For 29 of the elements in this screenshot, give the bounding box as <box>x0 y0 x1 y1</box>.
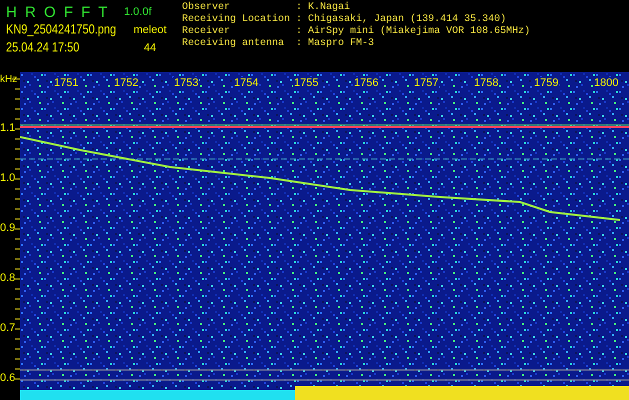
time-label: 1753 <box>173 77 200 89</box>
time-label: 1759 <box>533 77 560 89</box>
count-label: 44 <box>142 42 158 54</box>
app-title: H R O F F T <box>6 4 110 20</box>
version-label: 1.0.0f <box>124 6 153 18</box>
time-label: 1800 <box>593 77 620 89</box>
time-label: 1757 <box>413 77 440 89</box>
filename-label: KN9_2504241750.png <box>6 22 118 38</box>
info-value: AirSpy mini (Miakejima VOR 108.65MHz) <box>308 26 530 38</box>
info-separator: : <box>296 2 302 14</box>
info-label: Receiver <box>182 26 232 38</box>
info-label: Receiving Location <box>182 14 290 26</box>
time-label: 1751 <box>53 77 80 89</box>
info-separator: : <box>296 26 302 38</box>
frequency-unit-label: kHz <box>0 74 18 85</box>
info-label: Receiving antenna <box>182 38 286 50</box>
time-label: 1758 <box>473 77 500 89</box>
info-value: Chigasaki, Japan (139.414 35.340) <box>308 14 508 26</box>
time-label: 1754 <box>233 77 260 89</box>
mode-label: meleot <box>132 24 168 36</box>
info-separator: : <box>296 14 302 26</box>
info-separator: : <box>296 38 302 50</box>
info-label: Observer <box>182 2 232 14</box>
info-value: Maspro FM-3 <box>308 38 376 50</box>
time-label: 1752 <box>113 77 140 89</box>
info-value: K.Nagai <box>308 2 352 14</box>
time-label: 1756 <box>353 77 380 89</box>
time-label: 1755 <box>293 77 320 89</box>
datetime-label: 25.04.24 17:50 <box>6 40 80 56</box>
